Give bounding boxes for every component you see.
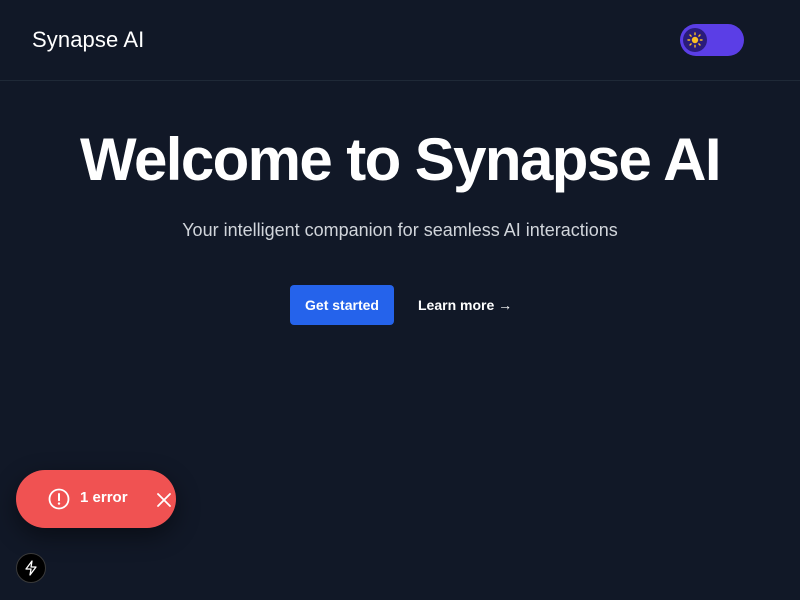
theme-toggle[interactable] [680, 24, 744, 56]
hero-title: Welcome to Synapse AI [80, 126, 722, 193]
page: Synapse AI Welcome to Synapse AI Your in… [0, 0, 800, 600]
learn-more-link[interactable]: Learn more → [410, 285, 520, 325]
get-started-button[interactable]: Get started [290, 285, 394, 325]
close-icon[interactable] [154, 490, 174, 510]
lightning-icon [25, 560, 37, 576]
sun-icon [687, 32, 703, 48]
toggle-knob [683, 28, 707, 52]
hero-subtitle: Your intelligent companion for seamless … [182, 220, 618, 240]
error-toast[interactable]: 1 error [16, 470, 176, 528]
error-count-label[interactable]: 1 error [80, 489, 128, 506]
alert-circle-icon [48, 488, 70, 510]
brand-name[interactable]: Synapse AI [32, 27, 144, 53]
dev-tools-badge[interactable] [16, 553, 46, 583]
top-nav: Synapse AI [0, 0, 800, 81]
